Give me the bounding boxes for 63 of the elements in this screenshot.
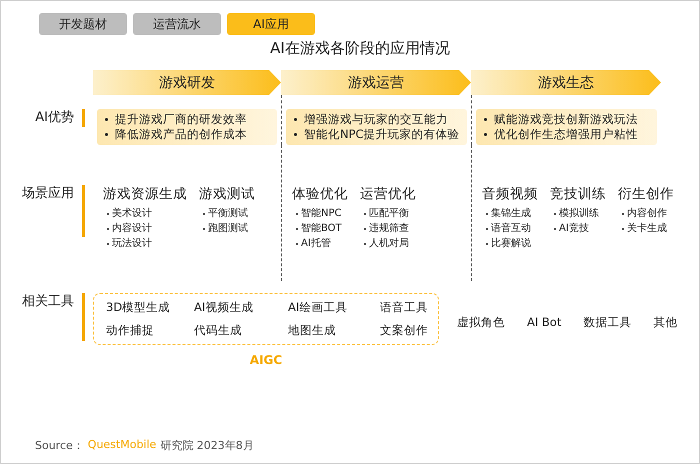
brand-name: QuestMobile xyxy=(88,438,156,453)
scenario-item: 比赛解说 xyxy=(491,236,531,251)
tab[interactable]: 开发题材 xyxy=(39,13,127,35)
source-label: Source： xyxy=(35,438,84,453)
scenario-title: 游戏测试 xyxy=(199,185,255,203)
advantage-text: 增强游戏与玩家的交互能力 xyxy=(304,112,448,127)
row-label: 相关工具 xyxy=(22,293,85,341)
scenario-item: 玩法设计 xyxy=(112,236,152,251)
scenario-title: 音频视频 xyxy=(482,185,538,203)
source-text: 研究院 2023年8月 xyxy=(160,438,254,453)
advantage-text: 智能化NPC提升玩家的有体验 xyxy=(304,127,460,142)
scenario-item: AI竞技 xyxy=(559,222,589,236)
bullet-icon xyxy=(484,118,487,121)
tool-label: 数据工具 xyxy=(583,315,632,330)
tool-label: 虚拟角色 xyxy=(457,315,505,330)
advantage-text: 赋能游戏竞技创新游戏玩法 xyxy=(494,112,638,127)
scenario-title: 游戏资源生成 xyxy=(103,185,187,203)
advantage-text: 优化创作生态增强用户粘性 xyxy=(494,127,638,142)
scenario-item: 智能NPC xyxy=(301,206,342,221)
tool-label: 其他 xyxy=(653,315,678,330)
row-label: 场景应用 xyxy=(22,185,85,237)
bullet-icon xyxy=(294,133,297,136)
group-label: AIGC xyxy=(250,353,282,367)
scenario-item: 语音互动 xyxy=(491,222,531,236)
scenario-item: 违规筛查 xyxy=(369,222,409,236)
scenario-item: 平衡测试 xyxy=(208,206,248,221)
scenario-title: 竞技训练 xyxy=(550,185,606,203)
bullet-icon xyxy=(484,133,487,136)
scenario-item: 关卡生成 xyxy=(627,222,667,236)
scenario-item: 内容设计 xyxy=(112,222,152,236)
stage-banner: 游戏生态 xyxy=(471,70,661,95)
tab[interactable]: AI应用 xyxy=(227,13,315,35)
tab[interactable]: 运营流水 xyxy=(133,13,221,35)
scenario-item: 人机对局 xyxy=(369,236,409,251)
row-label: AI优势 xyxy=(35,109,85,127)
tool-label: 语音工具 xyxy=(380,300,429,315)
tool-label: 动作捕捉 xyxy=(106,323,155,338)
tool-label: AI视频生成 xyxy=(194,300,254,315)
scenario-item: 内容创作 xyxy=(627,206,667,221)
bullet-icon xyxy=(105,133,108,136)
scenario-item: 模拟训练 xyxy=(559,206,599,221)
tool-label: 文案创作 xyxy=(380,323,429,338)
scenario-item: 匹配平衡 xyxy=(369,207,409,221)
tool-label: 3D模型生成 xyxy=(106,300,172,315)
chart-title: AI在游戏各阶段的应用情况 xyxy=(269,39,451,58)
scenario-item: AI托管 xyxy=(301,236,331,251)
scenario-item: 美术设计 xyxy=(112,206,152,221)
stage-banner: 游戏运营 xyxy=(281,70,471,95)
tool-label: 代码生成 xyxy=(194,323,243,338)
scenario-title: 运营优化 xyxy=(360,185,416,203)
scenario-title: 体验优化 xyxy=(292,185,348,203)
stage-banner: 游戏研发 xyxy=(93,70,281,95)
bullet-icon xyxy=(105,118,108,121)
tool-label: AI绘画工具 xyxy=(288,300,348,315)
scenario-item: 集锦生成 xyxy=(491,206,531,221)
advantage-text: 提升游戏厂商的研发效率 xyxy=(115,112,247,127)
bullet-icon xyxy=(294,118,297,121)
scenario-item: 智能BOT xyxy=(301,222,342,236)
scenario-item: 跑图测试 xyxy=(208,222,248,236)
advantage-text: 降低游戏产品的创作成本 xyxy=(115,127,247,142)
tool-label: 地图生成 xyxy=(288,323,337,338)
scenario-title: 衍生创作 xyxy=(618,185,674,203)
tool-label: AI Bot xyxy=(527,315,562,330)
